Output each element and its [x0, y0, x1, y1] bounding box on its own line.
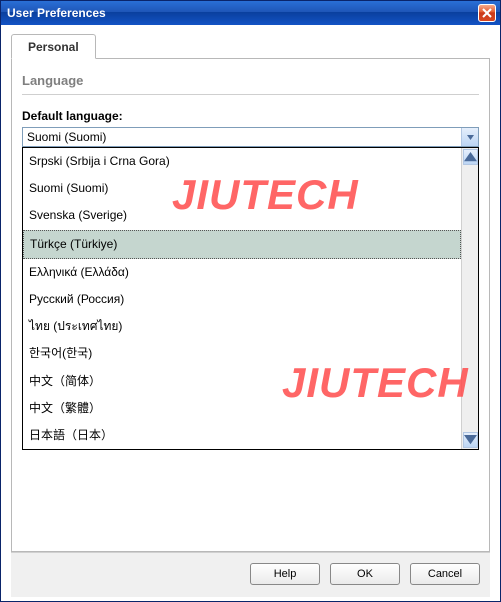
language-dropdown: Srpski (Srbija i Crna Gora) Suomi (Suomi… [22, 147, 479, 450]
language-option[interactable]: 中文（繁體） [23, 395, 461, 422]
ok-button[interactable]: OK [330, 563, 400, 585]
window-title: User Preferences [7, 6, 106, 20]
preferences-window: User Preferences Personal Language Defau… [0, 0, 501, 602]
tab-panel: Language Default language: Suomi (Suomi)… [11, 59, 490, 552]
chevron-down-icon [464, 435, 477, 444]
tab-personal[interactable]: Personal [11, 34, 96, 59]
scroll-down-button[interactable] [463, 432, 478, 448]
section-heading: Language [22, 73, 479, 88]
dropdown-scrollbar[interactable] [461, 148, 478, 449]
language-option[interactable]: ไทย (ประเทศไทย) [23, 313, 461, 340]
language-option[interactable]: Türkçe (Türkiye) [23, 230, 461, 259]
chevron-up-icon [464, 152, 477, 161]
default-language-label: Default language: [22, 109, 479, 123]
help-button[interactable]: Help [250, 563, 320, 585]
language-option[interactable]: Suomi (Suomi) [23, 175, 461, 202]
language-option[interactable]: Ελληνικά (Ελλάδα) [23, 259, 461, 286]
titlebar: User Preferences [1, 1, 500, 25]
language-option[interactable]: Русский (Россия) [23, 286, 461, 313]
language-option-list: Srpski (Srbija i Crna Gora) Suomi (Suomi… [23, 148, 461, 449]
language-option[interactable]: Svenska (Sverige) [23, 202, 461, 229]
tab-strip: Personal [11, 33, 490, 59]
dialog-footer: Help OK Cancel [11, 552, 490, 597]
combo-dropdown-button[interactable] [461, 128, 478, 146]
close-button[interactable] [478, 4, 496, 22]
section-rule [22, 94, 479, 95]
close-icon [482, 8, 492, 18]
language-option[interactable]: 한국어(한국) [23, 340, 461, 367]
scroll-up-button[interactable] [463, 149, 478, 165]
client-area: Personal Language Default language: Suom… [1, 25, 500, 601]
combo-selected-value: Suomi (Suomi) [23, 128, 461, 146]
language-option[interactable]: 日本語（日本） [23, 422, 461, 449]
language-option[interactable]: 中文（简体） [23, 368, 461, 395]
chevron-down-icon [467, 135, 474, 140]
tab-label: Personal [28, 40, 79, 54]
cancel-button[interactable]: Cancel [410, 563, 480, 585]
language-option[interactable]: Srpski (Srbija i Crna Gora) [23, 148, 461, 175]
default-language-combo[interactable]: Suomi (Suomi) [22, 127, 479, 147]
